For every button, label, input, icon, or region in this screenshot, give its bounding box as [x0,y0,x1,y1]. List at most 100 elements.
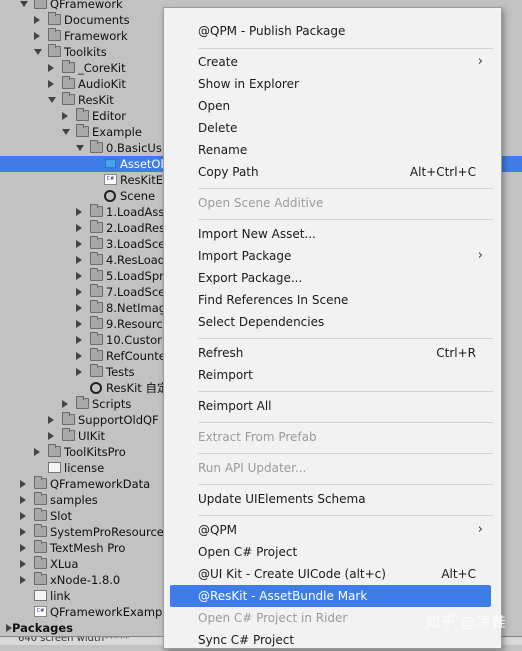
expand-arrow-closed-icon[interactable] [20,528,26,536]
tree-row-label: ResKitE [120,173,164,187]
submenu-arrow-icon: › [477,522,483,537]
tree-row-label: AssetOb [120,157,168,171]
menu-item[interactable]: Update UIElements Schema [164,488,499,510]
tree-row-label: Documents [64,13,130,27]
expand-arrow-closed-icon[interactable] [20,560,26,568]
expand-arrow-closed-icon[interactable] [62,112,68,120]
menu-item[interactable]: @UI Kit - Create UICode (alt+c) Alt+C [164,563,499,585]
expand-arrow-closed-icon[interactable] [76,240,82,248]
menu-item[interactable]: Open C# Project [164,541,499,563]
menu-item[interactable]: Copy Path Alt+Ctrl+C [164,161,499,183]
menu-item[interactable]: Import New Asset... [164,223,499,245]
expand-arrow-closed-icon[interactable] [20,480,26,488]
expand-arrow-closed-icon[interactable] [76,368,82,376]
expand-arrow-closed-icon[interactable] [34,448,40,456]
folder-icon [62,412,75,425]
expand-arrow-open-icon[interactable] [62,129,70,135]
folder-icon [90,236,103,249]
menu-item-label: Refresh [198,346,244,360]
menu-item[interactable]: Sync C# Project [164,629,499,651]
expand-arrow-open-icon[interactable] [48,97,56,103]
menu-item-label: Open C# Project [198,545,298,559]
expand-arrow-closed-icon[interactable] [76,320,82,328]
menu-item-label: Export Package... [198,271,303,285]
expand-arrow-closed-icon[interactable] [76,272,82,280]
expand-arrow-closed-icon[interactable] [76,224,82,232]
tree-row-label: 7.LoadSce [106,285,166,299]
menu-item-label: @QPM [198,523,238,537]
menu-separator [198,453,493,454]
expand-arrow-open-icon[interactable] [20,1,28,7]
menu-item-label: Show in Explorer [198,77,299,91]
tree-row-label: xNode-1.8.0 [50,573,121,587]
tree-row-label: link [50,589,71,603]
expand-arrow-closed-icon[interactable] [76,304,82,312]
expand-arrow-closed-icon[interactable] [34,32,40,40]
tree-row-label: QFramework [50,0,123,11]
tree-row-label: 2.LoadRes [106,221,166,235]
expand-arrow-closed-icon[interactable] [48,80,54,88]
expand-arrow-closed-icon[interactable] [34,16,40,24]
menu-item-label: Reimport All [198,399,272,413]
tree-row-label: ToolKitsPro [64,445,126,459]
doc-icon [48,462,61,473]
expand-arrow-closed-icon[interactable] [76,336,82,344]
expand-arrow-open-icon[interactable] [76,145,84,151]
menu-item-label: Import New Asset... [198,227,316,241]
csfile-icon: C# [104,174,117,185]
menu-item-label: Open Scene Additive [198,196,324,210]
expand-arrow-closed-icon[interactable] [20,512,26,520]
expand-arrow-open-icon[interactable] [34,49,42,55]
folder-icon [90,252,103,265]
menu-item[interactable]: Rename [164,139,499,161]
menu-item[interactable]: @QPM › [164,519,499,541]
menu-item[interactable]: Find References In Scene [164,289,499,311]
tree-row-label: TextMesh Pro [50,541,126,555]
folder-icon [34,0,47,9]
tree-row-label: Editor [92,109,127,123]
menu-item[interactable]: Select Dependencies [164,311,499,333]
menu-item-shortcut: Alt+Ctrl+C [409,165,476,179]
folder-icon [34,476,47,489]
folder-icon [76,124,89,137]
tree-row-label: XLua [50,557,79,571]
tree-row-label: 10.Custor [106,333,162,347]
menu-item[interactable]: Import Package › [164,245,499,267]
tree-row-label: Example [92,125,142,139]
folder-icon [76,108,89,121]
folder-icon [62,92,75,105]
menu-item[interactable]: Export Package... [164,267,499,289]
expand-arrow-closed-icon[interactable] [76,352,82,360]
menu-item[interactable]: @ResKit - AssetBundle Mark [170,585,491,607]
tree-row-label: 9.Resourc [106,317,163,331]
expand-arrow-closed-icon[interactable] [62,400,68,408]
expand-arrow-closed-icon[interactable] [76,208,82,216]
expand-arrow-closed-icon[interactable] [20,576,26,584]
menu-item-shortcut: Alt+C [441,567,476,581]
menu-item-label: Copy Path [198,165,259,179]
menu-item[interactable]: Show in Explorer [164,73,499,95]
expand-arrow-closed-icon[interactable] [76,288,82,296]
expand-arrow-closed-icon[interactable] [76,256,82,264]
tree-row-label: 1.LoadAss [106,205,165,219]
menu-item[interactable]: Open [164,95,499,117]
tree-row-label: 4.ResLoad [106,253,166,267]
expand-arrow-closed-icon[interactable] [48,416,54,424]
expand-arrow-closed-icon[interactable] [20,544,26,552]
tree-row-label: Tests [106,365,135,379]
folder-icon [76,396,89,409]
menu-item[interactable]: @QPM - Publish Package [164,20,499,42]
menu-item[interactable]: Refresh Ctrl+R [164,342,499,364]
expand-arrow-closed-icon[interactable] [48,64,54,72]
expand-arrow-closed-icon[interactable] [48,432,54,440]
folder-icon [90,220,103,233]
expand-arrow-closed-icon[interactable] [20,496,26,504]
menu-item[interactable]: Delete [164,117,499,139]
cube-icon [104,158,117,169]
menu-separator [198,188,493,189]
menu-item[interactable]: Reimport All [164,395,499,417]
menu-item[interactable]: Reimport [164,364,499,386]
folder-icon [62,76,75,89]
menu-item[interactable]: Create › [164,51,499,73]
menu-separator [198,48,493,49]
